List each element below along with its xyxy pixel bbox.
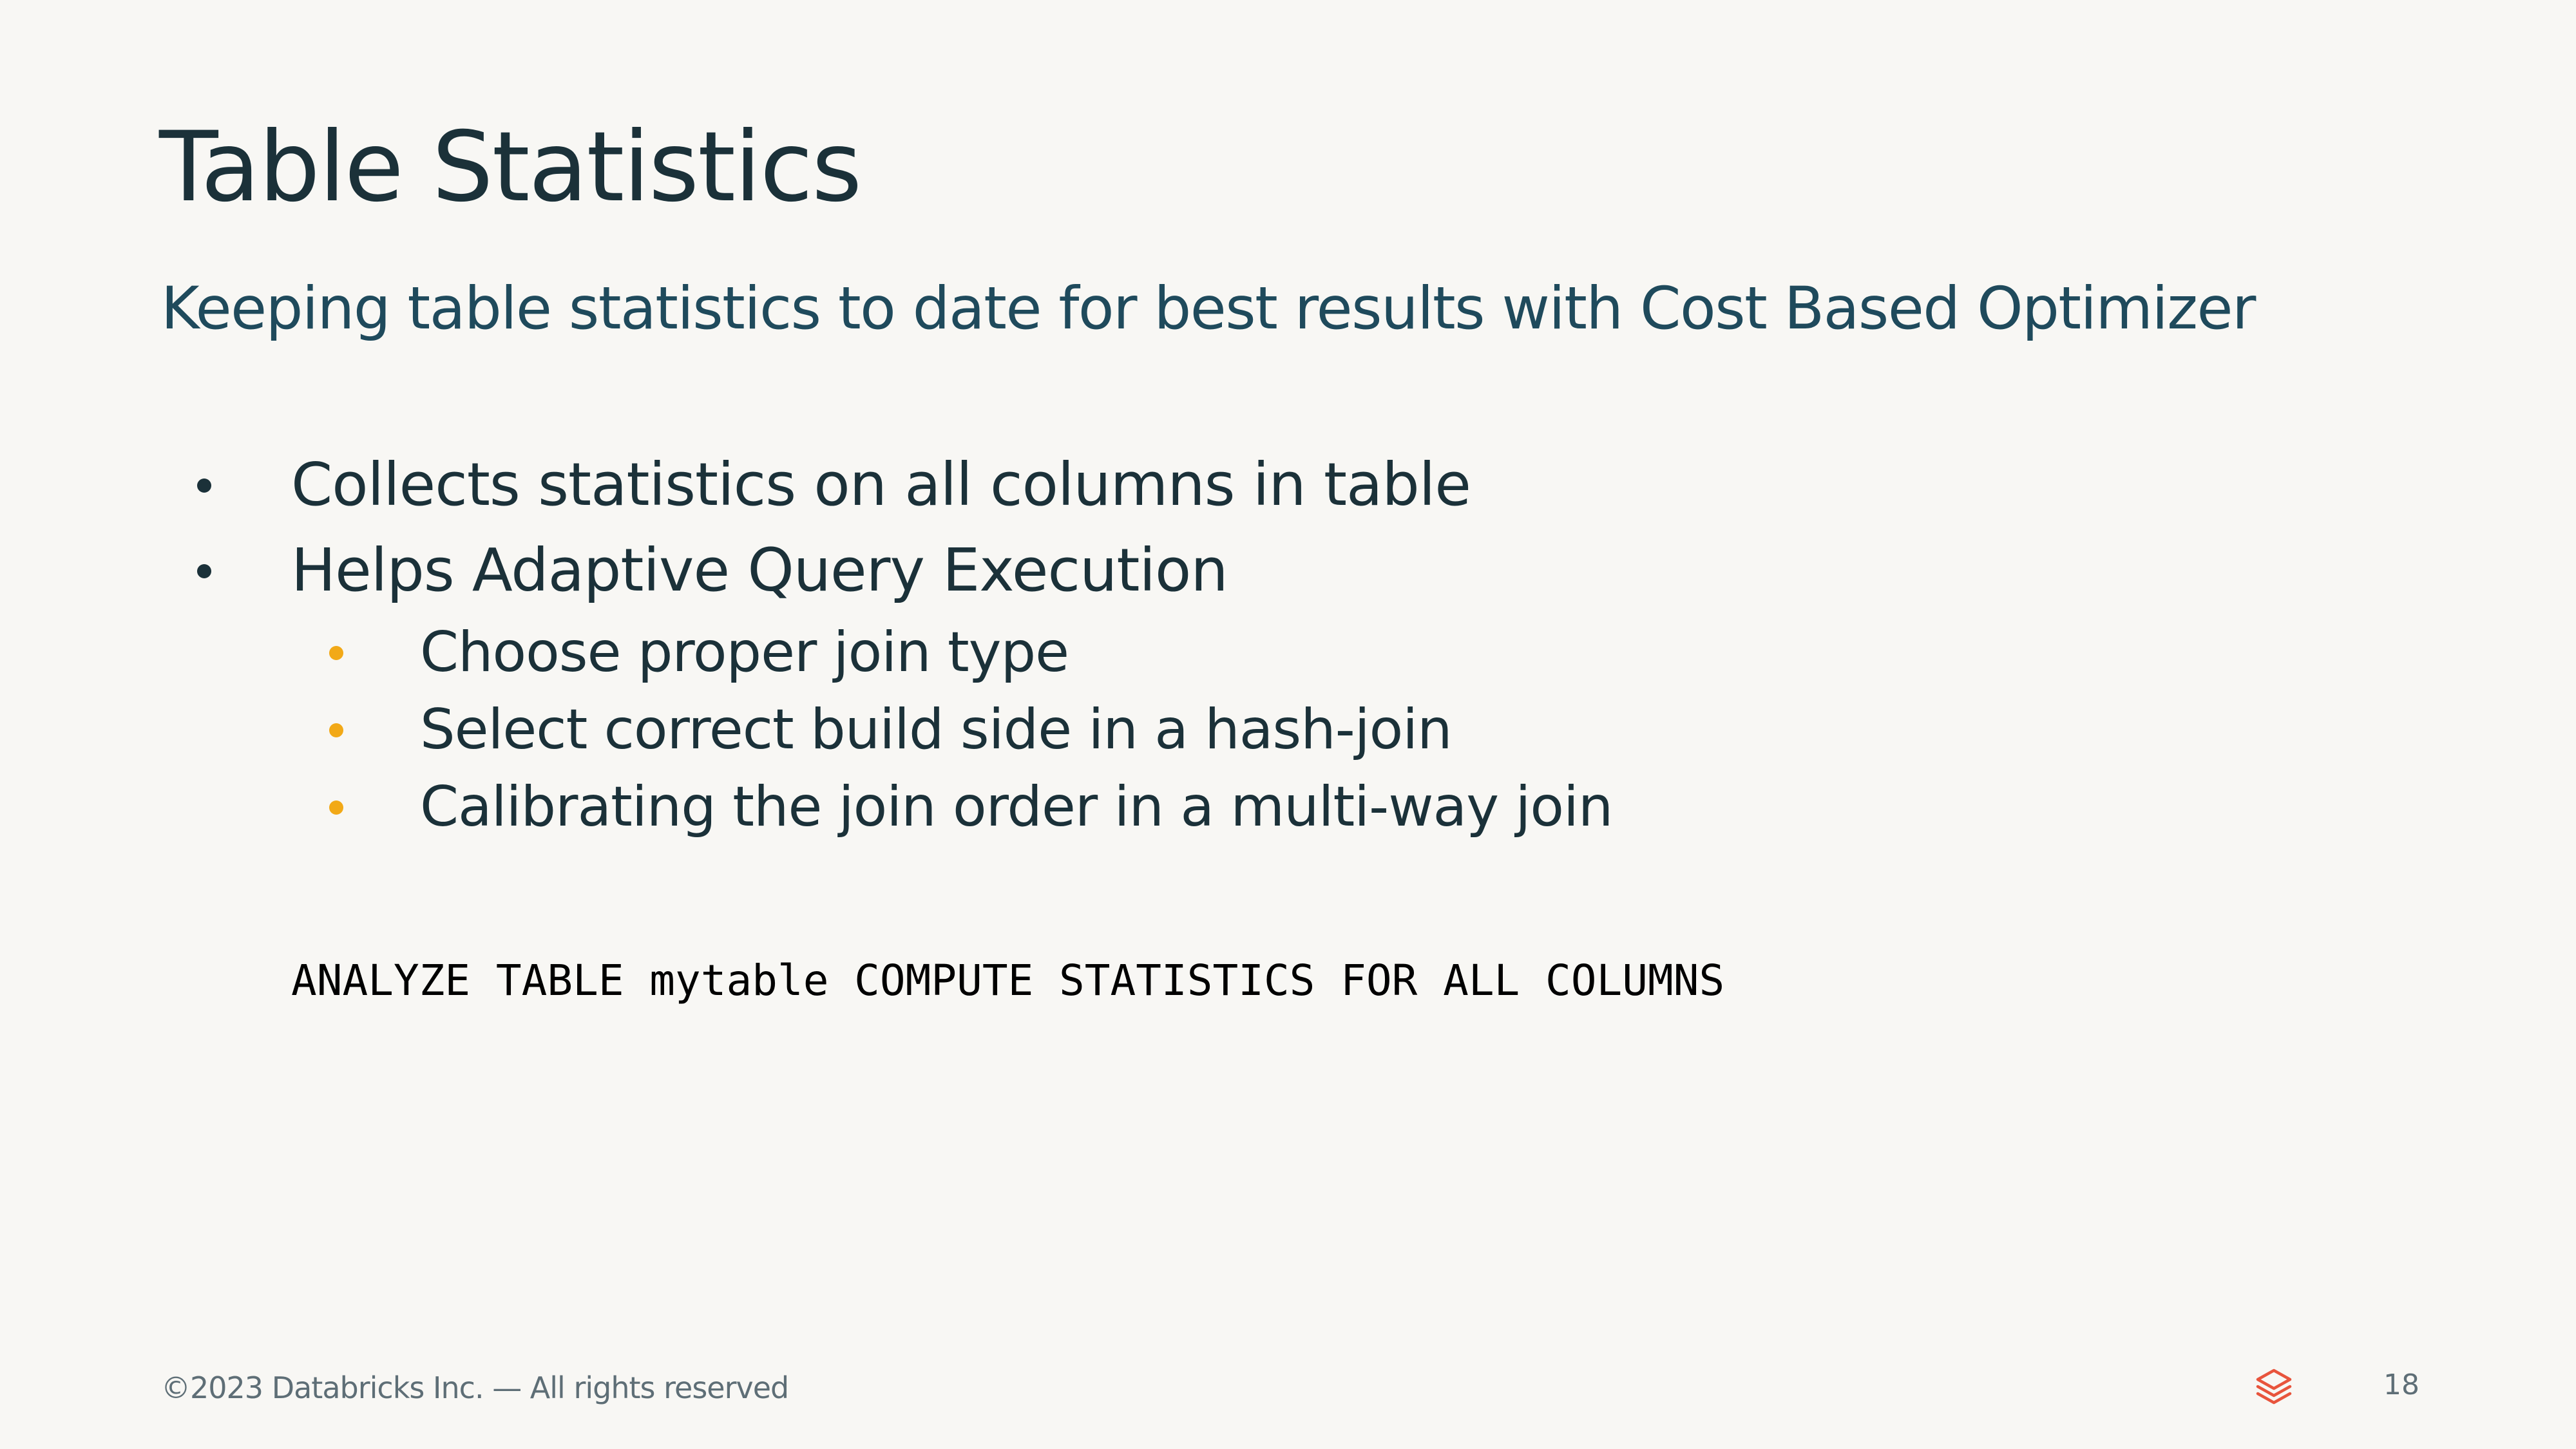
sub-bullet-text: Calibrating the join order in a multi-wa… [420,775,1613,839]
bullet-dot-icon [197,478,211,493]
footer-copyright: ©2023 Databricks Inc. — All rights reser… [161,1370,789,1405]
bullet-item: Helps Adaptive Query Execution [197,532,1228,609]
databricks-logo-icon [2256,1368,2292,1405]
sub-bullet-text: Select correct build side in a hash-join [420,697,1453,762]
sub-bullet-item: Select correct build side in a hash-join [329,694,1453,765]
bullet-text: Helps Adaptive Query Execution [291,536,1228,605]
slide-subtitle: Keeping table statistics to date for bes… [161,275,2256,343]
bullet-item: Collects statistics on all columns in ta… [197,446,1471,524]
sub-bullet-item: Calibrating the join order in a multi-wa… [329,772,1613,842]
sub-bullet-dot-icon [329,646,343,660]
sub-bullet-item: Choose proper join type [329,617,1069,688]
sub-bullet-dot-icon [329,800,343,815]
sub-bullet-dot-icon [329,723,343,737]
page-number: 18 [2383,1368,2419,1401]
bullet-text: Collects statistics on all columns in ta… [291,450,1471,519]
bullet-dot-icon [197,564,211,578]
sub-bullet-text: Choose proper join type [420,620,1069,685]
code-snippet: ANALYZE TABLE mytable COMPUTE STATISTICS… [291,956,1725,1005]
slide-title: Table Statistics [159,111,862,223]
